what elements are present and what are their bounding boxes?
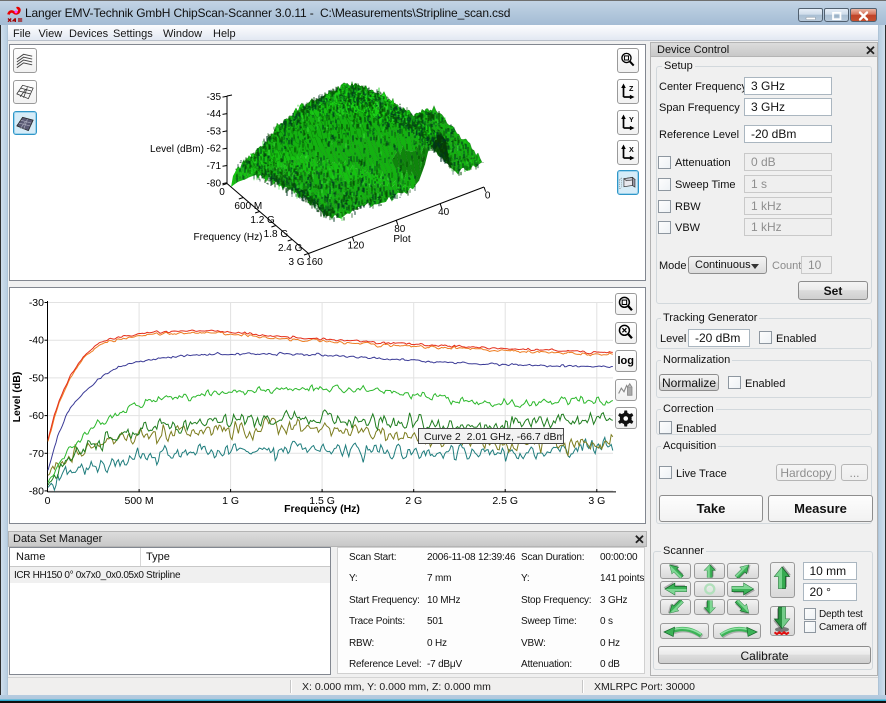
svg-text:Frequency (Hz): Frequency (Hz) <box>194 232 263 243</box>
svg-text:Frequency (Hz): Frequency (Hz) <box>284 503 360 515</box>
svg-text:1.2 G: 1.2 G <box>250 215 275 226</box>
svg-text:-40: -40 <box>29 335 44 347</box>
svg-text:Z: Z <box>629 84 634 93</box>
svg-text:-60: -60 <box>29 410 44 422</box>
svg-text:0: 0 <box>485 191 491 202</box>
svg-text:-70: -70 <box>29 448 44 460</box>
svg-text:Level (dBm): Level (dBm) <box>150 144 204 155</box>
svg-text:600 M: 600 M <box>234 201 262 212</box>
svg-text:2.4 G: 2.4 G <box>278 243 303 254</box>
svg-text:3 G: 3 G <box>588 495 605 507</box>
svg-text:120: 120 <box>348 240 365 251</box>
svg-text:X: X <box>629 145 634 154</box>
svg-text:2 G: 2 G <box>405 495 422 507</box>
svg-text:-30: -30 <box>29 297 44 309</box>
svg-text:1 G: 1 G <box>222 495 239 507</box>
svg-text:500 M: 500 M <box>125 495 154 507</box>
svg-text:3 G: 3 G <box>288 257 304 268</box>
svg-text:-44: -44 <box>207 109 222 120</box>
svg-text:160: 160 <box>306 257 323 268</box>
svg-text:-35: -35 <box>207 92 222 103</box>
svg-text:0: 0 <box>45 495 51 507</box>
svg-text:-50: -50 <box>29 372 44 384</box>
svg-text:Y: Y <box>629 115 634 124</box>
svg-text:-62: -62 <box>207 144 222 155</box>
svg-text:-71: -71 <box>207 161 222 172</box>
svg-text:1.8 G: 1.8 G <box>264 229 289 240</box>
svg-text:Level (dB): Level (dB) <box>11 372 23 423</box>
svg-text:0: 0 <box>219 187 225 198</box>
svg-text:-80: -80 <box>29 485 44 497</box>
svg-text:40: 40 <box>438 207 450 218</box>
svg-text:Plot: Plot <box>393 234 410 245</box>
svg-text:-53: -53 <box>207 126 222 137</box>
svg-text:2.5 G: 2.5 G <box>492 495 518 507</box>
